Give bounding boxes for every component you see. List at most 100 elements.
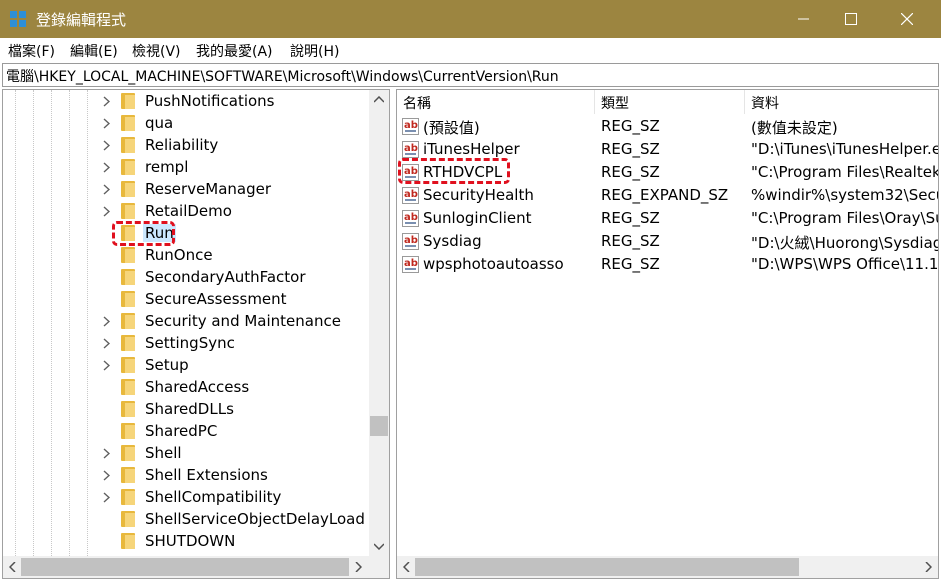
registry-editor-icon	[10, 11, 27, 28]
value-row[interactable]: ab SecurityHealth REG_EXPAND_SZ %windir%\sy…	[397, 184, 938, 207]
address-path[interactable]: 電腦\HKEY_LOCAL_MACHINE\SOFTWARE\Microsoft…	[6, 66, 559, 86]
expand-chevron-icon[interactable]	[103, 162, 110, 173]
tree-hscroll-thumb[interactable]	[21, 558, 349, 576]
folder-icon	[121, 489, 135, 505]
tree-item[interactable]: ShellCompatibility	[3, 486, 369, 508]
tree-item-label: SharedDLLs	[145, 400, 234, 418]
value-type: REG_EXPAND_SZ	[601, 186, 729, 204]
tree-item[interactable]: ReserveManager	[3, 178, 369, 200]
expand-chevron-icon[interactable]	[103, 492, 110, 503]
string-value-icon: ab	[402, 187, 419, 204]
tree-item[interactable]: Setup	[3, 354, 369, 376]
folder-icon	[121, 511, 135, 527]
scroll-down-arrow-icon[interactable]	[374, 543, 384, 550]
menu-view[interactable]: 檢視(V)	[132, 41, 181, 61]
expand-chevron-icon[interactable]	[103, 140, 110, 151]
tree-item-label: SharedPC	[145, 422, 218, 440]
expand-chevron-icon[interactable]	[103, 316, 110, 327]
scroll-corner	[369, 556, 389, 578]
menu-file[interactable]: 檔案(F)	[8, 41, 55, 61]
tree-vertical-scrollbar[interactable]	[369, 90, 389, 556]
close-button[interactable]	[884, 0, 930, 38]
values-horizontal-scrollbar[interactable]	[397, 556, 938, 578]
values-hscroll-thumb[interactable]	[415, 558, 799, 576]
tree-item[interactable]: qua	[3, 112, 369, 134]
expand-chevron-icon[interactable]	[103, 96, 110, 107]
scroll-left-arrow-icon[interactable]	[403, 562, 410, 572]
tree-item[interactable]: PushNotifications	[3, 90, 369, 112]
tree-item[interactable]: Run	[3, 222, 369, 244]
tree-item[interactable]: RetailDemo	[3, 200, 369, 222]
tree-item-label: Shell	[145, 444, 182, 462]
tree-item-label: Shell Extensions	[145, 466, 268, 484]
folder-icon	[121, 159, 135, 175]
address-bar[interactable]: 電腦\HKEY_LOCAL_MACHINE\SOFTWARE\Microsoft…	[2, 63, 939, 87]
value-data: "C:\Program Files\Realtek\Audio\HDA\RtkN…	[751, 163, 938, 181]
tree-item[interactable]: Reliability	[3, 134, 369, 156]
folder-icon	[121, 423, 135, 439]
menu-bar: 檔案(F) 編輯(E) 檢視(V) 我的最愛(A) 說明(H)	[0, 38, 941, 63]
menu-edit[interactable]: 編輯(E)	[70, 41, 118, 61]
tree-item-label: Security and Maintenance	[145, 312, 341, 330]
tree-item-label: Reliability	[145, 136, 219, 154]
scroll-right-arrow-icon[interactable]	[355, 562, 362, 572]
value-row[interactable]: ab wpsphotoautoasso REG_SZ "D:\WPS\WPS Offi…	[397, 253, 938, 276]
run-key-highlight	[112, 221, 175, 246]
value-row[interactable]: abSysdiag REG_SZ "D:\火絨\Huorong\Sysdiag\bi…	[397, 230, 938, 253]
tree-item[interactable]: SHUTDOWN	[3, 530, 369, 552]
tree-item[interactable]: SecondaryAuthFactor	[3, 266, 369, 288]
expand-chevron-icon[interactable]	[103, 338, 110, 349]
maximize-icon	[845, 13, 857, 25]
expand-chevron-icon[interactable]	[103, 118, 110, 129]
expand-chevron-icon[interactable]	[103, 206, 110, 217]
value-row[interactable]: ab (預設值) REG_SZ (數值未設定)	[397, 115, 938, 138]
column-header-type[interactable]: 類型	[595, 90, 745, 114]
tree-item[interactable]: SettingSync	[3, 332, 369, 354]
folder-icon	[121, 313, 135, 329]
string-value-icon: ab	[402, 210, 419, 227]
expand-chevron-icon[interactable]	[103, 184, 110, 195]
key-tree-pane[interactable]: PushNotifications qua Reliability rempl Rese…	[2, 89, 390, 579]
tree-item[interactable]: RunOnce	[3, 244, 369, 266]
column-header-data[interactable]: 資料	[745, 90, 938, 114]
tree-item-label: SecondaryAuthFactor	[145, 268, 306, 286]
folder-icon	[121, 203, 135, 219]
value-row[interactable]: ab SunloginClient REG_SZ "C:\Program Files\…	[397, 207, 938, 230]
value-type: REG_SZ	[601, 117, 660, 135]
column-header-name[interactable]: 名稱	[397, 90, 595, 114]
string-value-icon: ab	[402, 141, 419, 158]
expand-chevron-icon[interactable]	[103, 448, 110, 459]
tree-item[interactable]: rempl	[3, 156, 369, 178]
tree-item[interactable]: ShellServiceObjectDelayLoad	[3, 508, 369, 530]
value-type: REG_SZ	[601, 232, 660, 250]
tree-item[interactable]: Shell Extensions	[3, 464, 369, 486]
tree-item-label: Setup	[145, 356, 189, 374]
minimize-button[interactable]	[781, 0, 827, 38]
tree-item[interactable]: Shell	[3, 442, 369, 464]
value-name: Sysdiag	[423, 232, 482, 250]
tree-scroll-thumb[interactable]	[370, 416, 388, 436]
expand-chevron-icon[interactable]	[103, 360, 110, 371]
value-data: "C:\Program Files\Oray\SunLogin\Sunlogin…	[751, 209, 938, 227]
scroll-left-arrow-icon[interactable]	[9, 562, 16, 572]
minimize-icon	[798, 18, 809, 20]
scroll-right-arrow-icon[interactable]	[925, 562, 932, 572]
scroll-up-arrow-icon[interactable]	[374, 96, 384, 103]
tree-item[interactable]: SharedAccess	[3, 376, 369, 398]
value-name: wpsphotoautoasso	[423, 255, 564, 273]
value-type: REG_SZ	[601, 140, 660, 158]
value-type: REG_SZ	[601, 209, 660, 227]
title-bar[interactable]: 登錄編輯程式	[0, 0, 941, 38]
tree-item[interactable]: SharedPC	[3, 420, 369, 442]
menu-favorites[interactable]: 我的最愛(A)	[196, 41, 273, 61]
maximize-button[interactable]	[828, 0, 874, 38]
expand-chevron-icon[interactable]	[103, 470, 110, 481]
value-name: iTunesHelper	[423, 140, 520, 158]
tree-horizontal-scrollbar[interactable]	[3, 556, 369, 578]
menu-help[interactable]: 說明(H)	[290, 41, 339, 61]
tree-item[interactable]: SharedDLLs	[3, 398, 369, 420]
folder-icon	[121, 269, 135, 285]
tree-item[interactable]: SecureAssessment	[3, 288, 369, 310]
value-type: REG_SZ	[601, 255, 660, 273]
tree-item[interactable]: Security and Maintenance	[3, 310, 369, 332]
